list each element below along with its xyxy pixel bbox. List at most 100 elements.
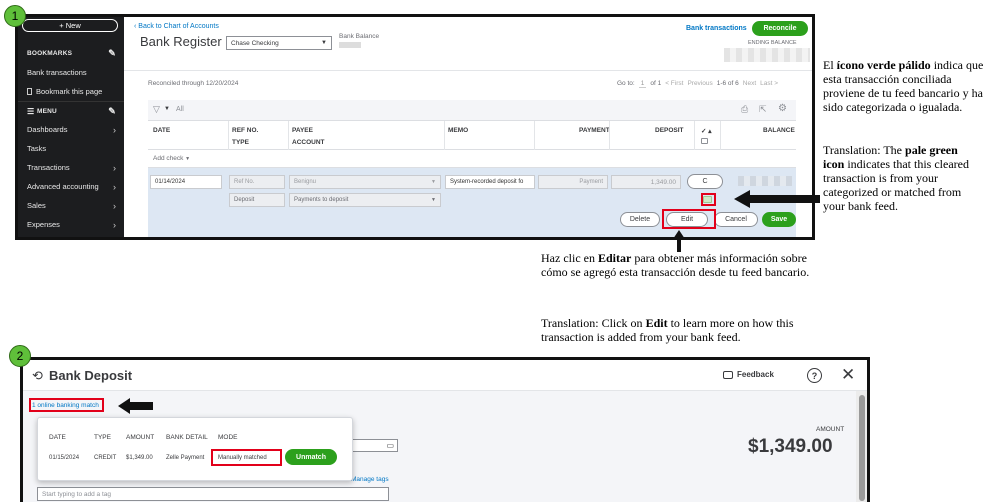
bookmarks-section: BOOKMARKS ✎ <box>27 48 116 59</box>
arrow-left-icon <box>118 398 153 414</box>
bookmark-icon <box>27 88 32 95</box>
account-field[interactable]: Payments to deposit ▼ <box>289 193 441 207</box>
add-check-row: Add check ▼ <box>148 150 796 168</box>
delete-button[interactable]: Delete <box>620 212 660 227</box>
column-balance[interactable]: BALANCE <box>763 127 795 134</box>
last-page-link[interactable]: Last > <box>760 80 778 88</box>
cancel-button[interactable]: Cancel <box>714 212 758 227</box>
export-icon[interactable]: ⇱ <box>759 104 767 115</box>
amount-label: AMOUNT <box>816 426 845 433</box>
column-account[interactable]: ACCOUNT <box>292 139 325 146</box>
bank-deposit-screenshot: ⟲ Bank Deposit Feedback ? ✕ 1 online ban… <box>20 357 870 502</box>
icon-note-english: Translation: The pale green icon indicat… <box>823 143 969 213</box>
previous-page-link[interactable]: Previous <box>687 80 712 88</box>
cleared-status-button[interactable]: C <box>687 174 723 189</box>
reconcile-button[interactable]: Reconcile <box>752 21 808 36</box>
arrow-up-icon <box>673 230 685 252</box>
bank-register-screenshot: + New BOOKMARKS ✎ Bank transactions Book… <box>15 14 815 240</box>
history-icon[interactable]: ⟲ <box>32 368 43 384</box>
edit-highlight-box <box>662 209 716 229</box>
icon-highlight-box <box>701 193 716 206</box>
date-input[interactable]: ▭ <box>348 439 398 452</box>
edit-note-spanish: Haz clic en Editar para obtener más info… <box>541 251 810 279</box>
gear-icon[interactable]: ⚙ <box>778 103 787 114</box>
page-title: Bank Register <box>140 34 222 49</box>
sidebar-item-sales[interactable]: Sales › <box>18 196 124 215</box>
sidebar-item-bank-transactions[interactable]: Bank transactions <box>18 63 124 82</box>
bank-balance-label: Bank Balance <box>339 33 380 40</box>
ending-balance-label: ENDING BALANCE <box>748 40 797 46</box>
payment-field[interactable]: Payment <box>538 175 608 189</box>
column-deposit[interactable]: DEPOSIT <box>655 127 684 134</box>
close-icon[interactable]: ✕ <box>841 365 855 385</box>
account-select[interactable]: Chase Checking ▼ <box>226 36 332 50</box>
match-link-highlight-box <box>29 398 104 412</box>
popup-header-type: TYPE <box>94 434 111 441</box>
column-memo[interactable]: MEMO <box>448 127 468 134</box>
manage-tags-link[interactable]: Manage tags <box>351 476 389 483</box>
blurred-ending-balance <box>724 48 810 62</box>
chat-bubble-icon <box>723 370 733 379</box>
caret-down-icon: ▼ <box>431 179 436 185</box>
help-icon[interactable]: ? <box>807 368 822 383</box>
type-field: Deposit <box>229 193 285 207</box>
page-input[interactable]: 1 <box>638 80 647 88</box>
column-ref-no[interactable]: REF NO. <box>232 127 258 134</box>
sidebar: + New BOOKMARKS ✎ Bank transactions Book… <box>18 17 124 237</box>
sidebar-item-transactions[interactable]: Transactions › <box>18 158 124 177</box>
chevron-right-icon: › <box>113 124 116 135</box>
scrollbar[interactable] <box>856 391 867 502</box>
popup-type: CREDIT <box>94 455 117 461</box>
blurred-balance <box>738 176 792 186</box>
memo-field[interactable]: System-recorded deposit fo <box>445 175 535 189</box>
edit-note-english: Translation: Click on Edit to learn more… <box>541 316 794 344</box>
amount-value: $1,349.00 <box>748 436 833 457</box>
deposit-field[interactable]: 1,349.00 <box>611 175 681 189</box>
sidebar-item-dashboards[interactable]: Dashboards › <box>18 120 124 139</box>
menu-icon: ☰ <box>27 106 35 116</box>
ref-no-field[interactable]: Ref No. <box>229 175 285 189</box>
pagination: Go to: 1 of 1 < First Previous 1-6 of 6 … <box>617 80 779 88</box>
pencil-icon[interactable]: ✎ <box>108 48 116 59</box>
bookmark-this-page[interactable]: Bookmark this page <box>18 82 124 101</box>
scrollbar-thumb[interactable] <box>859 395 865 501</box>
register-main: ‹ Back to Chart of Accounts Bank Registe… <box>124 17 812 237</box>
step-two-badge: 2 <box>9 345 31 367</box>
page-title: Bank Deposit <box>49 368 133 383</box>
sidebar-item-expenses[interactable]: Expenses › <box>18 215 124 234</box>
bank-transactions-link[interactable]: Bank transactions <box>686 25 747 32</box>
table-header: DATE REF NO. TYPE PAYEE ACCOUNT MEMO PAY… <box>148 121 796 150</box>
pencil-icon[interactable]: ✎ <box>108 106 116 117</box>
popup-date: 01/15/2024 <box>49 455 80 461</box>
chevron-right-icon: › <box>113 219 116 230</box>
popup-header-bank-detail: BANK DETAIL <box>166 434 208 441</box>
date-field[interactable]: 01/14/2024 <box>150 175 222 189</box>
back-to-chart-link[interactable]: ‹ Back to Chart of Accounts <box>134 23 219 30</box>
column-type[interactable]: TYPE <box>232 139 249 146</box>
chevron-right-icon: › <box>113 181 116 192</box>
popup-amount: $1,349.00 <box>126 455 153 461</box>
filter-icon[interactable]: ▽ <box>153 104 160 115</box>
table-toolbar: ▽ ▼ All ⎙ ⇱ ⚙ <box>148 100 796 121</box>
add-check-dropdown[interactable]: Add check ▼ <box>153 155 190 162</box>
feedback-button[interactable]: Feedback <box>723 370 774 379</box>
chevron-right-icon: › <box>113 200 116 211</box>
payee-field[interactable]: Benignu ▼ <box>289 175 441 189</box>
chevron-right-icon: › <box>113 162 116 173</box>
print-icon[interactable]: ⎙ <box>741 104 748 115</box>
popup-header-mode: MODE <box>218 434 238 441</box>
column-payment[interactable]: PAYMENT <box>579 127 610 134</box>
new-button[interactable]: + New <box>22 19 118 32</box>
column-date[interactable]: DATE <box>153 127 170 134</box>
tags-input[interactable]: Start typing to add a tag <box>37 487 389 501</box>
sidebar-item-advanced-accounting[interactable]: Advanced accounting › <box>18 177 124 196</box>
column-payee[interactable]: PAYEE <box>292 127 313 134</box>
save-button[interactable]: Save <box>762 212 796 227</box>
menu-section: ☰ MENU ✎ <box>18 101 124 120</box>
column-cleared[interactable]: ✓ ▴ <box>701 127 712 135</box>
unmatch-button[interactable]: Unmatch <box>285 449 337 465</box>
first-page-link[interactable]: < First <box>665 80 683 88</box>
sidebar-item-tasks[interactable]: Tasks <box>18 139 124 158</box>
filter-label: All <box>176 106 184 113</box>
next-page-link[interactable]: Next <box>743 80 756 88</box>
